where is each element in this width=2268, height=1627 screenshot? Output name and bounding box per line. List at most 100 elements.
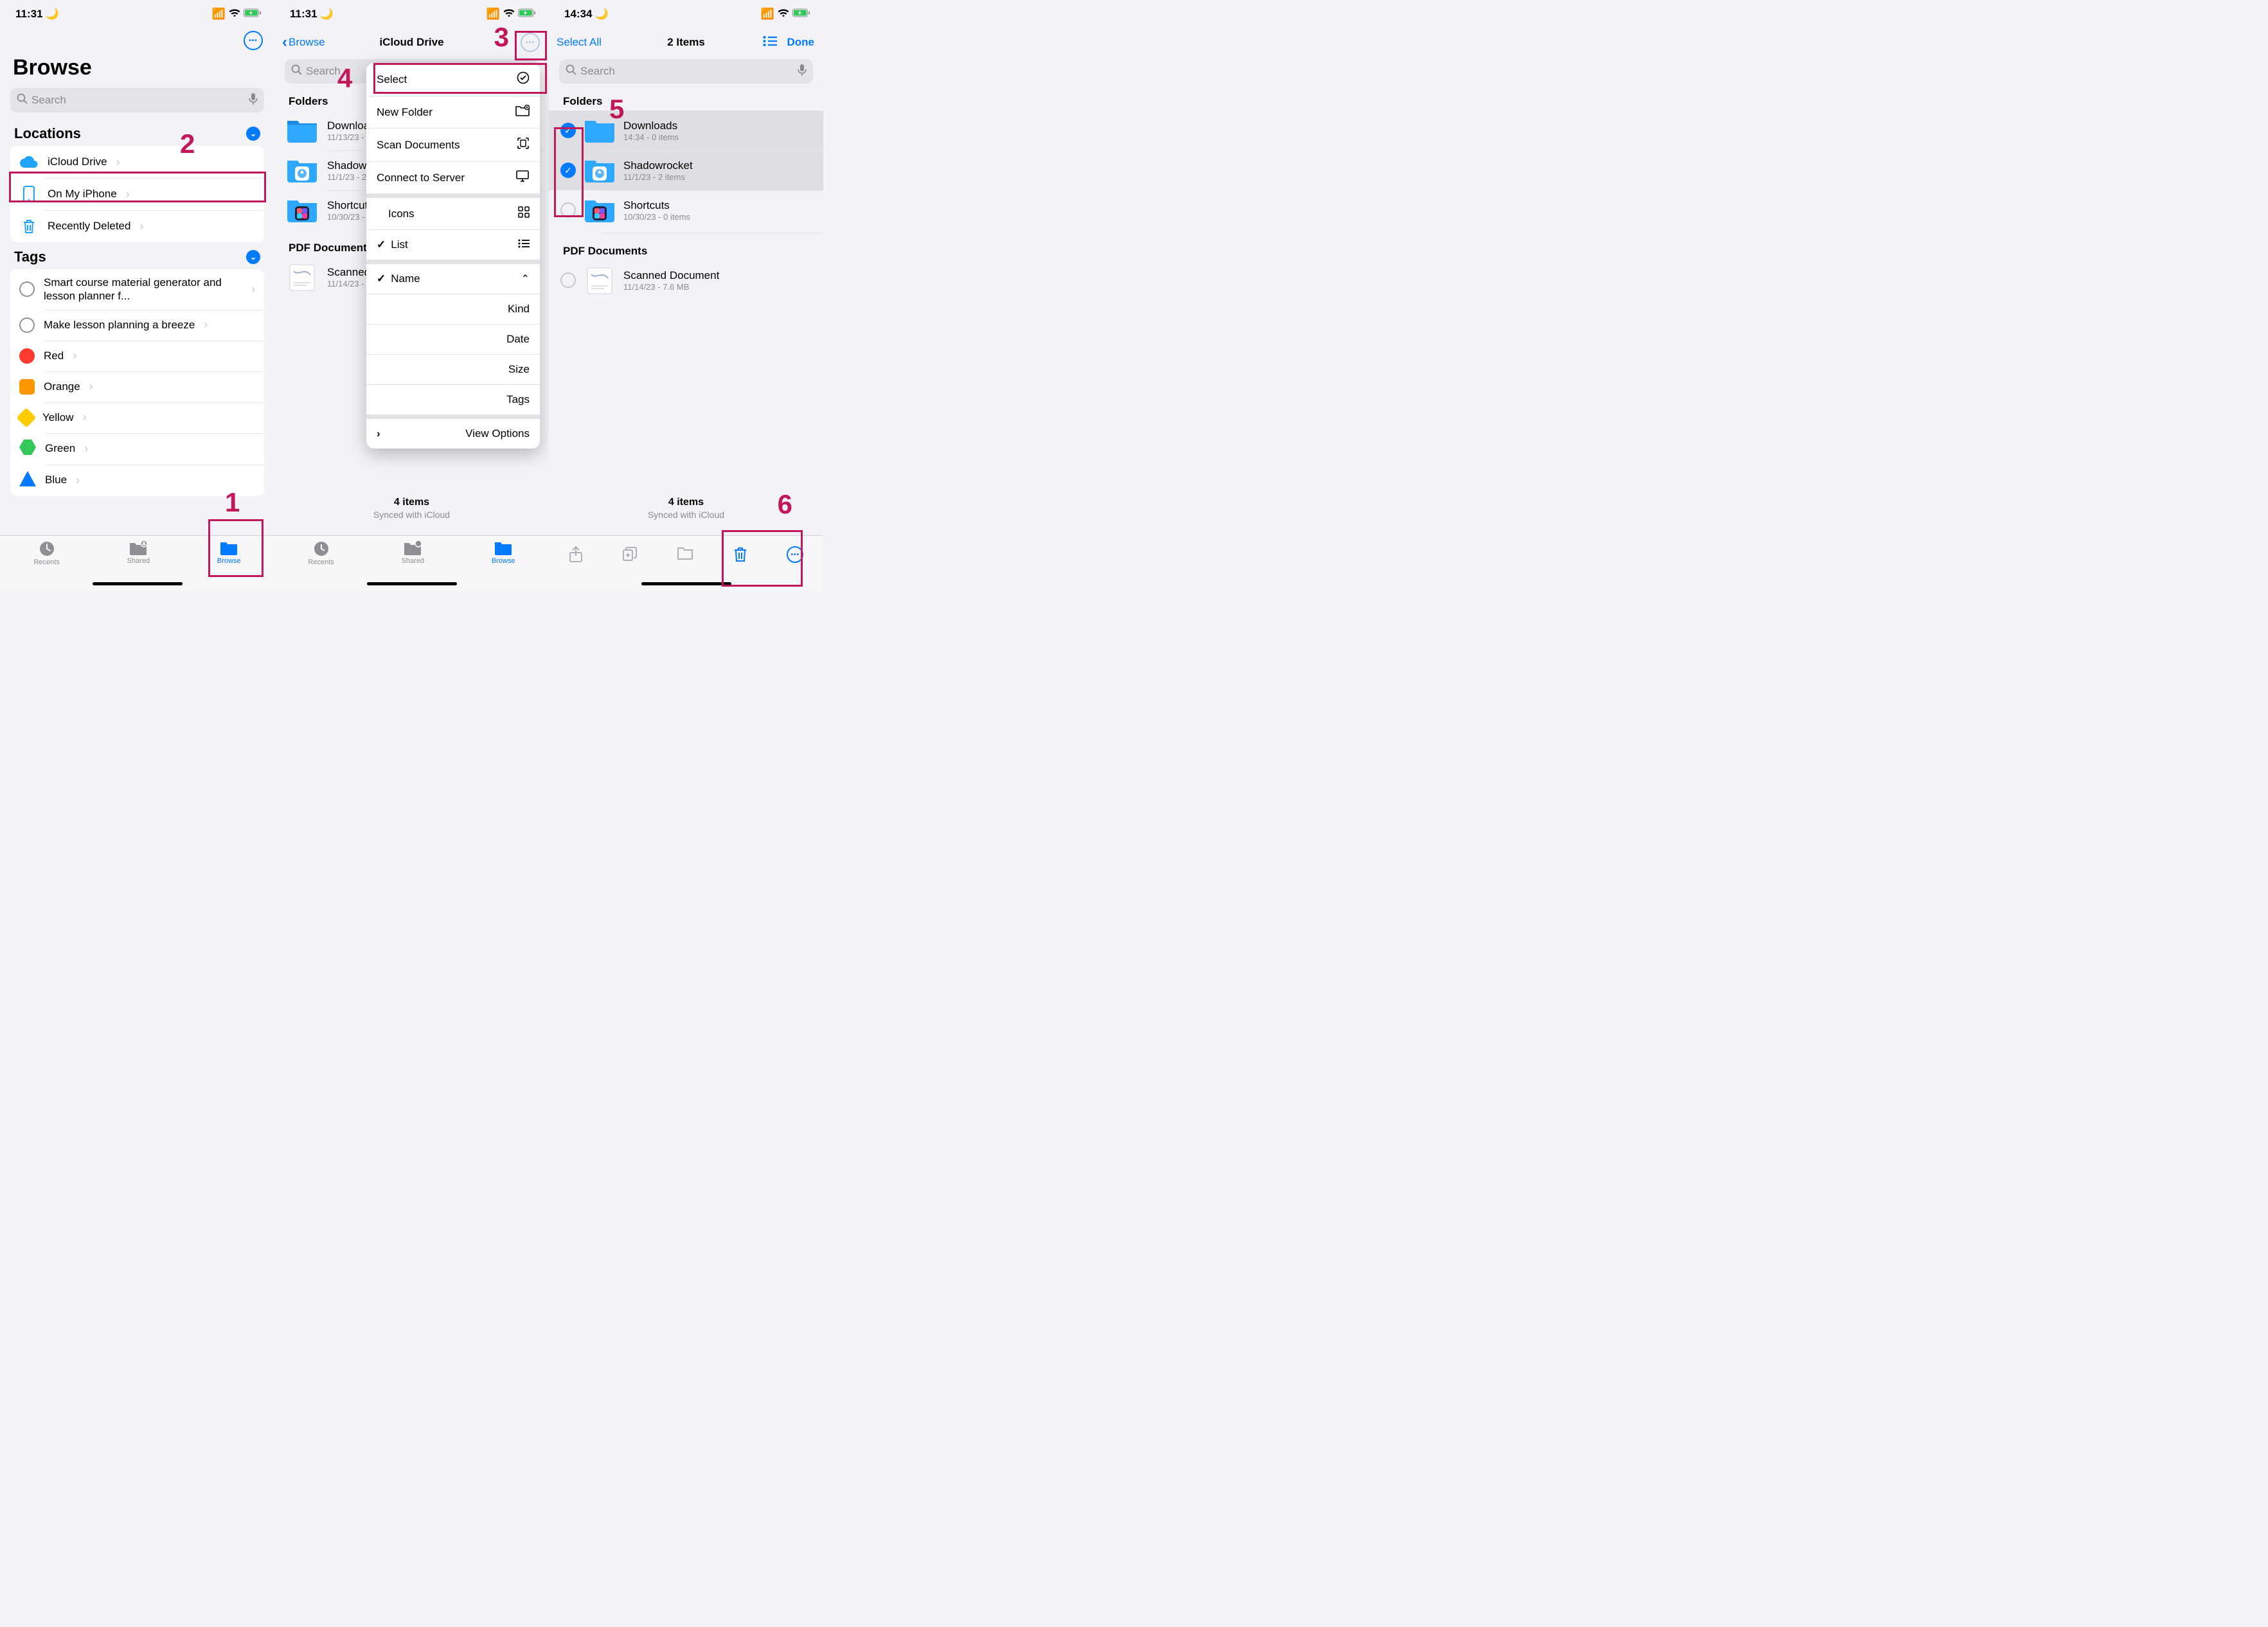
chevron-left-icon: ‹	[282, 33, 287, 51]
folder-row[interactable]: ✓ Downloads 14:34 - 0 items	[549, 111, 823, 150]
menu-icons-view[interactable]: Icons	[366, 198, 540, 229]
chevron-right-icon: ›	[89, 380, 93, 393]
screen-selection: 14:34 🌙 📶 Select All 2 Items Done Search…	[549, 0, 823, 591]
nav-bar: ‹ Browse iCloud Drive •••	[274, 28, 549, 57]
new-folder-icon	[515, 105, 530, 120]
chevron-right-icon: ›	[126, 188, 130, 201]
footer-status: 4 items Synced with iCloud	[274, 497, 549, 520]
document-icon	[584, 267, 616, 294]
location-iphone[interactable]: On My iPhone ›	[10, 178, 264, 210]
back-button[interactable]: ‹ Browse	[282, 33, 325, 51]
screen-icloud-drive: 11:31 🌙 📶 ‹ Browse iCloud Drive ••• Sear…	[274, 0, 549, 591]
folder-icon	[286, 157, 318, 184]
mic-icon[interactable]	[798, 64, 807, 80]
menu-connect-server[interactable]: Connect to Server	[366, 161, 540, 193]
share-button[interactable]	[569, 546, 583, 567]
cellular-icon: 📶	[487, 8, 500, 21]
checkbox-empty-icon[interactable]	[560, 272, 576, 288]
menu-sort-tags[interactable]: Tags	[366, 384, 540, 414]
chevron-right-icon: ›	[73, 349, 76, 362]
battery-icon	[244, 8, 262, 21]
status-time: 11:31	[15, 8, 43, 21]
folders-list: ✓ Downloads 14:34 - 0 items ✓ Shadowrock…	[549, 111, 823, 230]
tag-row[interactable]: Orange ›	[10, 371, 264, 402]
tab-recents[interactable]: Recents	[33, 540, 59, 591]
page-title: Browse	[0, 50, 274, 85]
document-icon	[286, 263, 318, 290]
folder-icon	[584, 157, 616, 184]
tag-row[interactable]: Make lesson planning a breeze ›	[10, 310, 264, 341]
tab-recents[interactable]: Recents	[308, 540, 334, 591]
tag-row[interactable]: Blue ›	[10, 465, 264, 496]
menu-sort-date[interactable]: Date	[366, 324, 540, 354]
done-button[interactable]: Done	[787, 36, 815, 49]
locations-header[interactable]: Locations ⌄	[0, 119, 274, 146]
search-placeholder: Search	[31, 94, 249, 107]
wifi-icon	[778, 8, 789, 21]
menu-view-options[interactable]: › View Options	[366, 419, 540, 449]
checkbox-empty-icon[interactable]	[560, 202, 576, 218]
duplicate-button[interactable]	[622, 546, 638, 566]
folder-row[interactable]: ✓ Shadowrocket 11/1/23 - 2 items	[549, 150, 823, 190]
checkbox-checked-icon[interactable]: ✓	[560, 123, 576, 138]
search-input[interactable]: Search	[10, 88, 264, 112]
tab-browse[interactable]: Browse	[217, 540, 241, 591]
list-view-icon[interactable]	[763, 36, 777, 49]
tag-dot-icon	[19, 379, 35, 395]
home-indicator[interactable]	[367, 582, 457, 585]
tag-dot-icon	[16, 407, 36, 427]
list-icon	[518, 238, 530, 251]
more-button[interactable]: •••	[244, 31, 263, 50]
checkbox-checked-icon[interactable]: ✓	[560, 163, 576, 178]
menu-select[interactable]: Select	[366, 63, 540, 96]
chevron-right-icon: ›	[377, 427, 380, 440]
dnd-moon-icon: 🌙	[320, 8, 334, 21]
dnd-moon-icon: 🌙	[46, 8, 59, 21]
chevron-down-icon: ⌄	[246, 127, 260, 141]
more-button[interactable]: •••	[521, 33, 540, 52]
tag-row[interactable]: Yellow ›	[10, 402, 264, 433]
menu-scan[interactable]: Scan Documents	[366, 128, 540, 161]
search-icon	[566, 64, 576, 78]
folder-icon	[584, 117, 616, 144]
folder-row[interactable]: Shortcuts 10/30/23 - 0 items	[549, 190, 823, 230]
select-all-button[interactable]: Select All	[557, 36, 602, 49]
home-indicator[interactable]	[641, 582, 731, 585]
grid-icon	[518, 206, 530, 221]
tag-dot-icon	[19, 281, 35, 297]
home-indicator[interactable]	[93, 582, 183, 585]
move-button[interactable]	[677, 546, 693, 565]
tag-row[interactable]: Smart course material generator and less…	[10, 269, 264, 310]
status-time: 11:31	[290, 8, 317, 21]
tag-row[interactable]: Red ›	[10, 341, 264, 371]
folders-header: Folders	[549, 90, 823, 111]
wifi-icon	[503, 8, 515, 21]
chevron-right-icon: ›	[204, 318, 208, 332]
tab-browse[interactable]: Browse	[492, 540, 515, 591]
tag-row[interactable]: Green ›	[10, 433, 264, 465]
docs-header: PDF Documents	[549, 233, 823, 260]
status-bar: 11:31 🌙 📶	[274, 0, 549, 28]
chevron-right-icon: ›	[139, 220, 143, 233]
phone-icon	[19, 184, 39, 204]
menu-sort-name[interactable]: Name ⌃	[366, 264, 540, 294]
tags-header[interactable]: Tags ⌄	[0, 242, 274, 269]
chevron-right-icon: ›	[116, 156, 120, 169]
more-actions-button[interactable]: •••	[787, 546, 803, 563]
status-time: 14:34	[564, 8, 592, 21]
chevron-right-icon: ›	[83, 411, 87, 424]
mic-icon[interactable]	[249, 93, 258, 109]
battery-icon	[792, 8, 810, 21]
doc-row[interactable]: Scanned Document 11/14/23 - 7.6 MB	[549, 260, 823, 300]
menu-sort-size[interactable]: Size	[366, 354, 540, 384]
menu-sort-kind[interactable]: Kind	[366, 294, 540, 324]
nav-bar: Select All 2 Items Done	[549, 28, 823, 57]
location-icloud[interactable]: iCloud Drive ›	[10, 146, 264, 178]
location-trash[interactable]: Recently Deleted ›	[10, 210, 264, 242]
menu-new-folder[interactable]: New Folder	[366, 96, 540, 128]
context-menu: Select New Folder Scan Documents Connect…	[366, 63, 540, 449]
search-input[interactable]: Search	[559, 59, 813, 84]
menu-list-view[interactable]: List	[366, 229, 540, 260]
delete-button[interactable]	[733, 546, 747, 567]
search-placeholder: Search	[306, 65, 341, 78]
